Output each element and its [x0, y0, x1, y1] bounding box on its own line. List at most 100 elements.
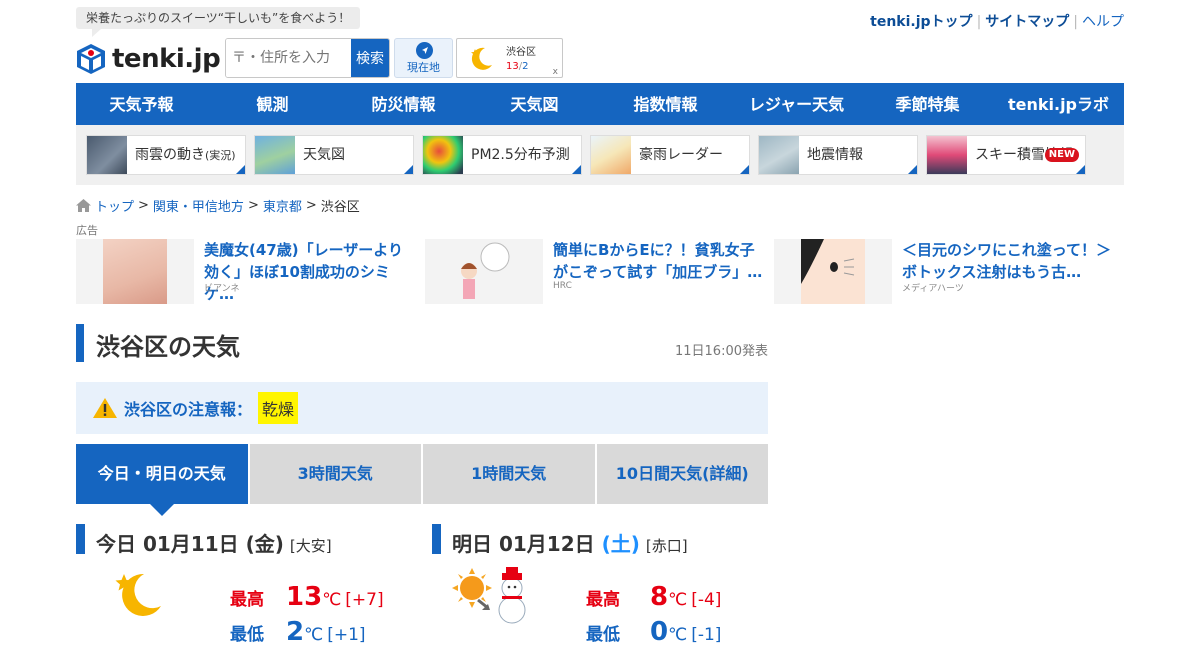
- breadcrumb-current: 渋谷区: [320, 200, 360, 215]
- quick-link-rain-cloud[interactable]: 雨雲の動き(実況): [86, 135, 246, 175]
- quick-link-earthquake[interactable]: 地震情報: [758, 135, 918, 175]
- mini-weather-high: 13: [506, 61, 519, 72]
- search-button[interactable]: 検索: [351, 39, 389, 77]
- ad-source: ビアンネ: [204, 284, 240, 294]
- issued-time: 11日16:00発表: [674, 344, 768, 359]
- clear-night-moon-icon: [115, 573, 161, 616]
- today-high-unit: ℃: [322, 590, 342, 610]
- tomorrow-weekday: (土): [601, 532, 640, 556]
- nav-lab[interactable]: tenki.jpラボ: [993, 83, 1124, 125]
- tomorrow-high-label: 最高: [586, 590, 620, 610]
- ad-item[interactable]: ＜目元のシワにこれ塗って！＞ボトックス注射はもう古… メディアハーツ: [774, 239, 1114, 304]
- ad-text: 美魔女(47歳)「レーザーより効く」ほぼ10割成功のシミケ…: [204, 241, 403, 303]
- page-title: 渋谷区の天気: [96, 333, 240, 361]
- rain-radar-thumb-icon: [87, 136, 127, 174]
- nav-seasonal[interactable]: 季節特集: [862, 83, 993, 125]
- ad-text: 簡単にBからEに？！貧乳女子がこぞって試す「加圧ブラ」…: [553, 241, 763, 281]
- tomorrow-high-diff: [-4]: [691, 590, 722, 610]
- corner-arrow-icon: [740, 165, 749, 174]
- earthquake-thumb-icon: [759, 136, 799, 174]
- nav-disaster[interactable]: 防災情報: [338, 83, 469, 125]
- quick-link-label: 地震情報: [807, 147, 863, 163]
- tomorrow-accent-bar: [432, 524, 441, 554]
- today-rokuyo: [大安]: [289, 537, 332, 555]
- today-accent-bar: [76, 524, 85, 554]
- mini-weather-widget[interactable]: 渋谷区 13/2 x: [456, 38, 563, 78]
- forecast-tabs: 今日・明日の天気 3時間天気 1時間天気 10日間天気(詳細): [76, 444, 768, 516]
- nav-observation[interactable]: 観測: [207, 83, 338, 125]
- tomorrow-date: 明日 01月12日: [452, 532, 602, 556]
- ad-skin-image: [76, 239, 194, 304]
- top-link-help[interactable]: ヘルプ: [1082, 14, 1124, 30]
- today-low-diff: [+1]: [327, 625, 366, 645]
- ad-text: ＜目元のシワにこれ塗って！＞ボトックス注射はもう古…: [902, 241, 1111, 281]
- current-location-button[interactable]: 現在地: [394, 38, 453, 78]
- quick-link-label: 雨雲の動き(実況): [135, 147, 236, 163]
- today-high-value: 13: [286, 582, 323, 612]
- tomorrow-low-diff: [-1]: [691, 625, 722, 645]
- tagline[interactable]: 栄養たっぷりのスイーツ“干しいも”を食べよう！: [76, 7, 361, 37]
- corner-arrow-icon: [1076, 165, 1085, 174]
- sunny-then-snow-icon: [452, 567, 526, 624]
- mini-weather-temps: 13/2: [506, 61, 528, 72]
- ski-thumb-icon: [927, 136, 967, 174]
- tab-1hour[interactable]: 1時間天気: [423, 444, 595, 504]
- quick-link-weather-map[interactable]: 天気図: [254, 135, 414, 175]
- quick-link-label: 天気図: [303, 147, 345, 163]
- ad-face-illustration: [774, 239, 892, 304]
- nav-weather-map[interactable]: 天気図: [469, 83, 600, 125]
- tenki-logo[interactable]: tenki.jp: [76, 42, 221, 76]
- top-link-tenki-top[interactable]: tenki.jpトップ: [870, 14, 972, 30]
- tomorrow-high-row: 最高 8℃ [-4]: [586, 582, 721, 612]
- today-high-diff: [+7]: [345, 590, 384, 610]
- today-title: 今日 01月11日 (金) [大安]: [96, 528, 332, 557]
- nav-leisure[interactable]: レジャー天気: [731, 83, 862, 125]
- warning-label: 渋谷区の注意報：: [124, 400, 253, 419]
- quick-link-heavy-rain[interactable]: 豪雨レーダー: [590, 135, 750, 175]
- warning-banner[interactable]: 渋谷区の注意報： 乾燥: [76, 382, 768, 434]
- logo-cube-icon: [77, 44, 105, 74]
- corner-arrow-icon: [908, 165, 917, 174]
- ad-girl-illustration: [425, 239, 543, 304]
- title-accent-bar: [76, 324, 84, 362]
- breadcrumb-kanto[interactable]: 関東・甲信地方: [153, 196, 244, 215]
- ad-source: HRC: [553, 281, 572, 291]
- today-low-unit: ℃: [304, 625, 324, 645]
- tomorrow-high-unit: ℃: [668, 590, 688, 610]
- corner-arrow-icon: [572, 165, 581, 174]
- breadcrumb-top[interactable]: トップ: [95, 196, 134, 215]
- nav-forecast[interactable]: 天気予報: [76, 83, 207, 125]
- global-nav: 天気予報 観測 防災情報 天気図 指数情報 レジャー天気 季節特集 tenki.…: [76, 83, 1124, 125]
- crescent-moon-star-icon: [471, 47, 492, 70]
- corner-arrow-icon: [236, 165, 245, 174]
- nav-index[interactable]: 指数情報: [600, 83, 731, 125]
- tab-10day[interactable]: 10日間天気(詳細): [596, 444, 768, 504]
- quick-link-pm25[interactable]: PM2.5分布予測: [422, 135, 582, 175]
- tab-3hour[interactable]: 3時間天気: [249, 444, 421, 504]
- warning-triangle-icon: [93, 398, 117, 418]
- ad-item[interactable]: 簡単にBからEに？！貧乳女子がこぞって試す「加圧ブラ」… HRC: [425, 239, 765, 304]
- tab-today-tomorrow[interactable]: 今日・明日の天気: [76, 444, 248, 516]
- ad-source: メディアハーツ: [902, 284, 964, 294]
- tomorrow-high-value: 8: [650, 582, 669, 612]
- mini-weather-close-button[interactable]: x: [553, 67, 558, 77]
- quick-links-bar: 雨雲の動き(実況) 天気図 PM2.5分布予測 豪雨レーダー 地震情報 スキー積…: [76, 125, 1124, 185]
- warning-dry-badge[interactable]: 乾燥: [258, 392, 299, 424]
- search-box: 検索: [225, 38, 390, 78]
- ad-item[interactable]: 美魔女(47歳)「レーザーより効く」ほぼ10割成功のシミケ… ビアンネ: [76, 239, 416, 304]
- quick-link-label: PM2.5分布予測: [471, 147, 570, 163]
- heavy-rain-thumb-icon: [591, 136, 631, 174]
- tomorrow-low-unit: ℃: [668, 625, 688, 645]
- today-low-row: 最低 2℃ [+1]: [230, 617, 366, 647]
- today-high-label: 最高: [230, 590, 264, 610]
- mini-weather-low: 2: [522, 61, 529, 72]
- new-badge: NEW: [1044, 148, 1079, 162]
- corner-arrow-icon: [404, 165, 413, 174]
- weather-map-thumb-icon: [255, 136, 295, 174]
- quick-link-ski-snow[interactable]: スキー積雪情報 NEW: [926, 135, 1086, 175]
- tomorrow-rokuyo: [赤口]: [645, 537, 688, 555]
- breadcrumb-tokyo[interactable]: 東京都: [263, 196, 302, 215]
- search-input[interactable]: [226, 39, 351, 77]
- tomorrow-low-value: 0: [650, 617, 669, 647]
- top-link-sitemap[interactable]: サイトマップ: [985, 14, 1069, 30]
